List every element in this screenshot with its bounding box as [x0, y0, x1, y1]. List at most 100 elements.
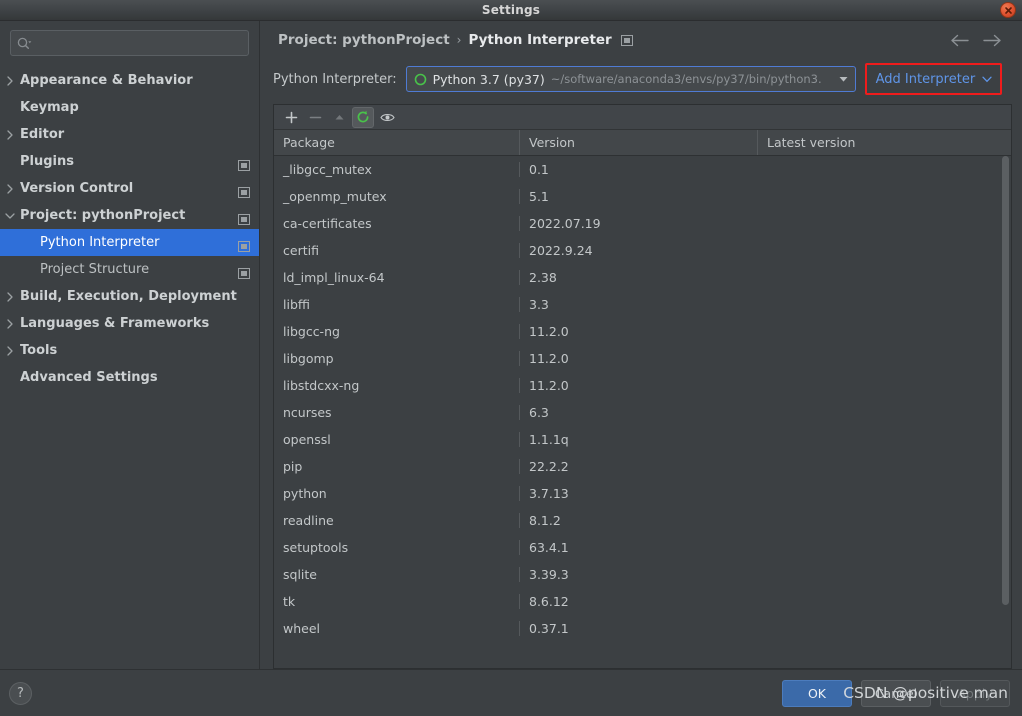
column-header-package[interactable]: Package [274, 130, 519, 155]
package-name-cell: libstdcxx-ng [283, 378, 360, 393]
sidebar-item-keymap[interactable]: Keymap [0, 94, 259, 121]
table-row[interactable]: libgomp 11.2.0 [274, 345, 1011, 372]
sidebar-item-label: Project: pythonProject [20, 208, 186, 223]
cancel-button[interactable]: Cancel [861, 679, 931, 707]
package-version-cell: 11.2.0 [519, 351, 757, 366]
sidebar-item-project-pythonproject[interactable]: Project: pythonProject [0, 202, 259, 229]
package-name-cell: ca-certificates [283, 216, 372, 231]
sidebar-item-tools[interactable]: Tools [0, 337, 259, 364]
package-version-cell: 11.2.0 [519, 378, 757, 393]
show-early-releases-button[interactable] [376, 107, 398, 128]
ok-button[interactable]: OK [782, 679, 852, 707]
column-header-version[interactable]: Version [519, 130, 757, 155]
table-row[interactable]: sqlite 3.39.3 [274, 561, 1011, 588]
table-row[interactable]: libffi 3.3 [274, 291, 1011, 318]
python-ring-icon [414, 73, 427, 86]
table-row[interactable]: certifi 2022.9.24 [274, 237, 1011, 264]
table-row[interactable]: ca-certificates 2022.07.19 [274, 210, 1011, 237]
chevron-right-icon[interactable] [0, 129, 20, 140]
package-version-cell: 3.3 [519, 297, 757, 312]
table-row[interactable]: libstdcxx-ng 11.2.0 [274, 372, 1011, 399]
interpreter-name: Python 3.7 (py37) [432, 71, 545, 87]
sidebar-item-label: Appearance & Behavior [20, 73, 193, 88]
sidebar-item-label: Advanced Settings [20, 370, 158, 385]
table-row[interactable]: ld_impl_linux-64 2.38 [274, 264, 1011, 291]
table-row[interactable]: tk 8.6.12 [274, 588, 1011, 615]
table-row[interactable]: _libgcc_mutex 0.1 [274, 156, 1011, 183]
settings-dialog: Settings Appearance & Behavior Keymap Ed… [0, 0, 1022, 716]
sidebar-item-python-interpreter[interactable]: Python Interpreter [0, 229, 259, 256]
chevron-right-icon[interactable] [0, 318, 20, 329]
add-package-button[interactable] [280, 107, 302, 128]
sidebar-item-label: Tools [20, 343, 58, 358]
chevron-right-icon[interactable] [0, 183, 20, 194]
package-version-cell: 6.3 [519, 405, 757, 420]
plus-icon [285, 111, 298, 124]
settings-main-panel: Project: pythonProject › Python Interpre… [260, 21, 1022, 669]
sidebar-item-label: Project Structure [40, 262, 150, 277]
table-row[interactable]: setuptools 63.4.1 [274, 534, 1011, 561]
table-row[interactable]: openssl 1.1.1q [274, 426, 1011, 453]
arrow-left-icon[interactable] [950, 34, 969, 47]
sidebar-item-label: Keymap [20, 100, 79, 115]
add-interpreter-button[interactable]: Add Interpreter [864, 63, 1003, 95]
package-name-cell: libgomp [283, 351, 334, 366]
search-input[interactable] [32, 35, 242, 51]
chevron-right-icon[interactable] [0, 345, 20, 356]
chevron-right-icon[interactable] [0, 75, 20, 86]
close-icon[interactable] [1000, 2, 1016, 18]
package-name-cell: tk [283, 594, 296, 609]
settings-tree: Appearance & Behavior Keymap Editor Plugins… [0, 66, 259, 669]
search-box[interactable] [10, 30, 249, 56]
package-version-cell: 2.38 [519, 270, 757, 285]
packages-scrollbar[interactable] [1001, 156, 1011, 668]
table-row[interactable]: ncurses 6.3 [274, 399, 1011, 426]
sidebar-item-languages-frameworks[interactable]: Languages & Frameworks [0, 310, 259, 337]
table-row[interactable]: python 3.7.13 [274, 480, 1011, 507]
module-icon [238, 237, 250, 252]
sidebar-item-label: Languages & Frameworks [20, 316, 210, 331]
arrow-right-icon[interactable] [983, 34, 1002, 47]
table-row[interactable]: readline 8.1.2 [274, 507, 1011, 534]
package-version-cell: 0.1 [519, 162, 757, 177]
table-row[interactable]: libgcc-ng 11.2.0 [274, 318, 1011, 345]
table-row[interactable]: wheel 0.37.1 [274, 615, 1011, 642]
remove-package-button [304, 107, 326, 128]
table-row[interactable]: _openmp_mutex 5.1 [274, 183, 1011, 210]
refresh-packages-button[interactable] [352, 106, 374, 128]
breadcrumb-parent[interactable]: Project: pythonProject [278, 32, 450, 48]
window-title-bar: Settings [0, 0, 1022, 21]
interpreter-select[interactable]: Python 3.7 (py37) ~/software/anaconda3/e… [405, 66, 856, 92]
table-row[interactable]: pip 22.2.2 [274, 453, 1011, 480]
package-name-cell: ncurses [283, 405, 332, 420]
package-name-cell: _openmp_mutex [283, 189, 387, 204]
chevron-down-icon[interactable] [0, 212, 20, 220]
breadcrumb: Project: pythonProject › Python Interpre… [270, 21, 1012, 59]
help-button[interactable]: ? [9, 681, 32, 705]
upgrade-package-button [328, 107, 350, 128]
scrollbar-thumb[interactable] [1002, 156, 1009, 605]
package-name-cell: setuptools [283, 540, 349, 555]
interpreter-path: ~/software/anaconda3/envs/py37/bin/pytho… [550, 72, 822, 86]
chevron-right-icon[interactable] [0, 291, 20, 302]
chevron-down-icon[interactable] [836, 76, 852, 83]
package-version-cell: 22.2.2 [519, 459, 757, 474]
package-name-cell: openssl [283, 432, 331, 447]
column-header-latest-version[interactable]: Latest version [757, 130, 1011, 155]
window-title: Settings [481, 3, 541, 17]
packages-toolbar [274, 105, 1011, 130]
package-version-cell: 0.37.1 [519, 621, 757, 636]
package-name-cell: sqlite [283, 567, 317, 582]
packages-panel: Package Version Latest version _libgcc_m… [273, 104, 1012, 669]
sidebar-item-plugins[interactable]: Plugins [0, 148, 259, 175]
sidebar-item-appearance-behavior[interactable]: Appearance & Behavior [0, 67, 259, 94]
package-version-cell: 11.2.0 [519, 324, 757, 339]
dialog-body: Appearance & Behavior Keymap Editor Plugins… [0, 21, 1022, 669]
module-icon [238, 264, 250, 279]
sidebar-item-project-structure[interactable]: Project Structure [0, 256, 259, 283]
sidebar-item-version-control[interactable]: Version Control [0, 175, 259, 202]
sidebar-item-build-execution-deployment[interactable]: Build, Execution, Deployment [0, 283, 259, 310]
sidebar-item-advanced-settings[interactable]: Advanced Settings [0, 364, 259, 391]
sidebar-item-editor[interactable]: Editor [0, 121, 259, 148]
sidebar-item-label: Build, Execution, Deployment [20, 289, 237, 304]
